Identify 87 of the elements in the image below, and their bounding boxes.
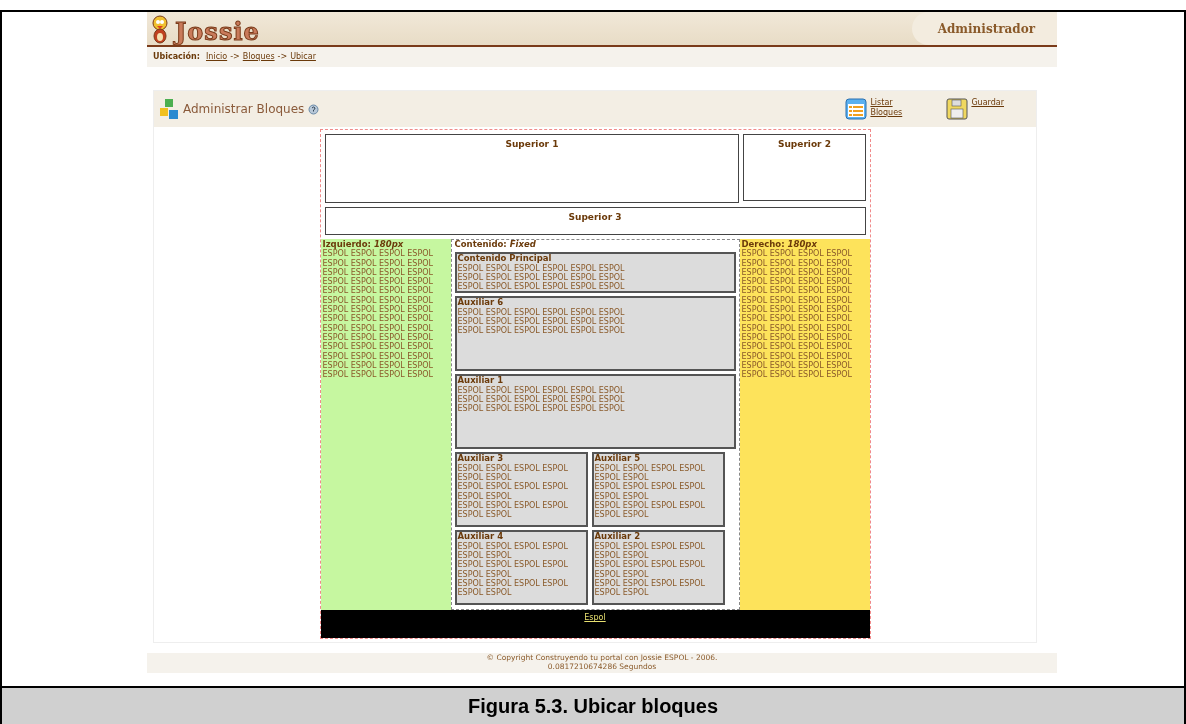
filler-text: ESPOL ESPOL ESPOL ESPOL [322,258,434,268]
filler-text: ESPOL ESPOL ESPOL ESPOL ESPOL ESPOL [457,317,626,327]
left-column[interactable] [320,239,451,611]
filler-text: ESPOL ESPOL ESPOL ESPOL ESPOL ESPOL [457,578,569,598]
filler-text: ESPOL ESPOL ESPOL ESPOL ESPOL ESPOL [594,578,706,598]
filler-text: ESPOL ESPOL ESPOL ESPOL [741,277,853,287]
cubes-icon [158,98,180,120]
filler-text: ESPOL ESPOL ESPOL ESPOL [741,305,853,315]
filler-text: ESPOL ESPOL ESPOL ESPOL ESPOL ESPOL [457,463,569,483]
filler-text: ESPOL ESPOL ESPOL ESPOL [322,332,434,342]
filler-text: ESPOL ESPOL ESPOL ESPOL ESPOL ESPOL [457,263,626,273]
filler-text: ESPOL ESPOL ESPOL ESPOL [741,370,853,380]
layout-block[interactable]: Superior 1 [324,134,740,203]
filler-text: ESPOL ESPOL ESPOL ESPOL ESPOL ESPOL [594,463,706,483]
block-title: Auxiliar 3 [457,454,505,464]
figure-caption: Figura 5.3. Ubicar bloques [2,686,1184,724]
help-icon[interactable] [308,103,320,115]
filler-text: ESPOL ESPOL ESPOL ESPOL ESPOL ESPOL [457,395,626,405]
column-title: Contenido: Fixed [454,240,537,250]
filler-text: ESPOL ESPOL ESPOL ESPOL ESPOL ESPOL [594,560,706,579]
filler-text: ESPOL ESPOL ESPOL ESPOL ESPOL ESPOL [457,560,569,579]
filler-text: ESPOL ESPOL ESPOL ESPOL [322,342,434,352]
filler-text: ESPOL ESPOL ESPOL ESPOL [741,286,853,296]
filler-text: ESPOL ESPOL ESPOL ESPOL [741,267,853,277]
filler-text: ESPOL ESPOL ESPOL ESPOL [322,360,434,370]
filler-text: ESPOL ESPOL ESPOL ESPOL [741,332,853,342]
block-title: Auxiliar 5 [594,454,642,464]
filler-text: ESPOL ESPOL ESPOL ESPOL [741,351,853,361]
layout-block[interactable]: Superior 3 [324,207,866,235]
breadcrumb-separator: -> [277,51,288,63]
filler-text: ESPOL ESPOL ESPOL ESPOL [322,267,434,277]
content-block[interactable]: Auxiliar 1 ESPOL ESPOL ESPOL ESPOL ESPOL ESPOL ESPOL ESPOL ESPOL ESPOL ESPOL ESPOL ESPOL ESPOL ESPOL ESPOL ESPOL ESPOL [454,374,736,450]
filler-text: ESPOL ESPOL ESPOL ESPOL ESPOL ESPOL [594,541,706,561]
footer-link[interactable]: Espol [584,613,606,623]
filler-text: ESPOL ESPOL ESPOL ESPOL [741,295,853,305]
filler-text: ESPOL ESPOL ESPOL ESPOL ESPOL ESPOL [457,282,626,292]
filler-text: ESPOL ESPOL ESPOL ESPOL [322,351,434,361]
filler-text: ESPOL ESPOL ESPOL ESPOL [322,277,434,287]
layout-block[interactable]: Superior 2 [743,134,866,201]
content-block[interactable]: Auxiliar 4 ESPOL ESPOL ESPOL ESPOL ESPOL ESPOL ESPOL ESPOL ESPOL ESPOL ESPOL ESPOL ESPOL ESPOL ESPOL ESPOL ESPOL ESPOL [454,530,588,606]
content-block[interactable]: Contenido Principal ESPOL ESPOL ESPOL ESPOL ESPOL ESPOL ESPOL ESPOL ESPOL ESPOL ESPOL ESPOL ESPOL ESPOL ESPOL ESPOL ESPOL ESPOL [454,252,736,294]
filler-text: ESPOL ESPOL ESPOL ESPOL ESPOL ESPOL [594,482,706,501]
breadcrumb-separator: -> [230,51,240,63]
content-block[interactable]: Auxiliar 3 ESPOL ESPOL ESPOL ESPOL ESPOL ESPOL ESPOL ESPOL ESPOL ESPOL ESPOL ESPOL ESPOL ESPOL ESPOL ESPOL ESPOL ESPOL [454,452,588,528]
filler-text: ESPOL ESPOL ESPOL ESPOL ESPOL ESPOL [457,482,569,501]
filler-text: ESPOL ESPOL ESPOL ESPOL ESPOL ESPOL [457,385,626,395]
role-title: Administrador [911,12,1057,45]
block-title: Auxiliar 2 [594,532,642,542]
breadcrumb-label: Ubicación: [153,51,200,63]
column-title: Derecho: 180px [741,240,818,250]
filler-text: ESPOL ESPOL ESPOL ESPOL ESPOL ESPOL [457,326,626,336]
list-icon[interactable] [845,98,868,120]
content-block[interactable]: Auxiliar 5 ESPOL ESPOL ESPOL ESPOL ESPOL ESPOL ESPOL ESPOL ESPOL ESPOL ESPOL ESPOL ESPOL ESPOL ESPOL ESPOL ESPOL ESPOL [591,452,725,528]
filler-text: ESPOL ESPOL ESPOL ESPOL [741,360,853,370]
filler-text: ESPOL ESPOL ESPOL ESPOL [322,295,434,305]
filler-text: ESPOL ESPOL ESPOL ESPOL ESPOL ESPOL [457,500,569,520]
filler-text: ESPOL ESPOL ESPOL ESPOL [322,286,434,296]
filler-text: ESPOL ESPOL ESPOL ESPOL [741,323,853,333]
filler-text: ESPOL ESPOL ESPOL ESPOL ESPOL ESPOL [457,272,626,282]
panel-title: Administrar Bloques [183,101,305,118]
filler-text: ESPOL ESPOL ESPOL ESPOL [322,370,434,380]
filler-text: ESPOL ESPOL ESPOL ESPOL ESPOL ESPOL [594,500,706,520]
block-title: Auxiliar 4 [457,532,505,542]
filler-text: ESPOL ESPOL ESPOL ESPOL [741,249,853,259]
breadcrumb-link[interactable]: Bloques [242,51,275,63]
breadcrumb-link[interactable]: Inicio [206,51,228,63]
content-block[interactable]: Auxiliar 2 ESPOL ESPOL ESPOL ESPOL ESPOL ESPOL ESPOL ESPOL ESPOL ESPOL ESPOL ESPOL ESPOL ESPOL ESPOL ESPOL ESPOL ESPOL [591,530,725,606]
filler-text: ESPOL ESPOL ESPOL ESPOL ESPOL ESPOL [457,307,626,317]
filler-text: ESPOL ESPOL ESPOL ESPOL [322,249,434,259]
block-title: Auxiliar 1 [457,376,505,386]
filler-text: ESPOL ESPOL ESPOL ESPOL ESPOL ESPOL [457,541,569,561]
filler-text: ESPOL ESPOL ESPOL ESPOL [741,258,853,268]
toolbar-link[interactable]: Listar Bloques [870,98,907,118]
block-title: Auxiliar 6 [457,298,505,308]
filler-text: ESPOL ESPOL ESPOL ESPOL [322,314,434,324]
content-block[interactable]: Auxiliar 6 ESPOL ESPOL ESPOL ESPOL ESPOL ESPOL ESPOL ESPOL ESPOL ESPOL ESPOL ESPOL ESPOL ESPOL ESPOL ESPOL ESPOL ESPOL [454,296,736,372]
block-title: Contenido Principal [457,254,552,264]
filler-text: ESPOL ESPOL ESPOL ESPOL [322,305,434,315]
filler-text: ESPOL ESPOL ESPOL ESPOL ESPOL ESPOL [457,404,626,414]
breadcrumb-link[interactable]: Ubicar [290,51,316,63]
filler-text: ESPOL ESPOL ESPOL ESPOL [741,314,853,324]
logo-text: Jossie [175,19,260,44]
filler-text: ESPOL ESPOL ESPOL ESPOL [322,323,434,333]
column-title: Izquierdo: 180px [322,240,404,250]
right-column[interactable] [739,239,870,611]
toolbar-link[interactable]: Guardar [971,98,1004,108]
filler-text: ESPOL ESPOL ESPOL ESPOL [741,342,853,352]
